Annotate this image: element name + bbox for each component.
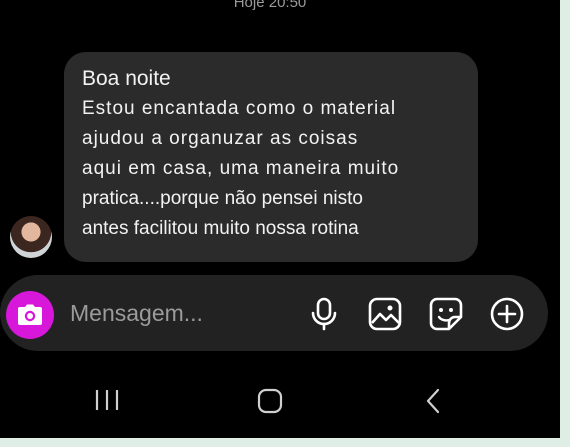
message-line: antes facilitou muito nossa rotina bbox=[82, 218, 359, 239]
message-bubble[interactable]: Boa noite Estou encantada como o materia… bbox=[64, 52, 478, 262]
camera-icon bbox=[18, 304, 42, 325]
microphone-icon[interactable] bbox=[305, 295, 343, 333]
sticker-icon[interactable] bbox=[427, 295, 465, 333]
message-composer: Mensagem... bbox=[0, 275, 548, 351]
message-line: pratica....porque não pensei nisto bbox=[82, 188, 363, 209]
message-line: ajudou a organuzar as coisas bbox=[82, 128, 359, 149]
camera-button[interactable] bbox=[6, 291, 54, 339]
add-icon[interactable] bbox=[488, 295, 526, 333]
message-input[interactable]: Mensagem... bbox=[70, 299, 203, 327]
message-timestamp: Hoje 20:50 bbox=[233, 0, 307, 11]
message-line: aqui em casa, uma maneira muito bbox=[82, 158, 400, 179]
home-icon[interactable] bbox=[257, 388, 283, 414]
sender-avatar[interactable] bbox=[10, 216, 52, 258]
gallery-icon[interactable] bbox=[366, 295, 404, 333]
message-line: Estou encantada como o material bbox=[82, 98, 397, 119]
message-greeting: Boa noite bbox=[82, 67, 171, 90]
back-icon[interactable] bbox=[424, 388, 442, 414]
recent-apps-icon[interactable] bbox=[94, 388, 120, 412]
system-navigation-bar bbox=[0, 370, 560, 430]
chat-screen: Hoje 20:50 Boa noite Estou encantada com… bbox=[0, 0, 560, 438]
